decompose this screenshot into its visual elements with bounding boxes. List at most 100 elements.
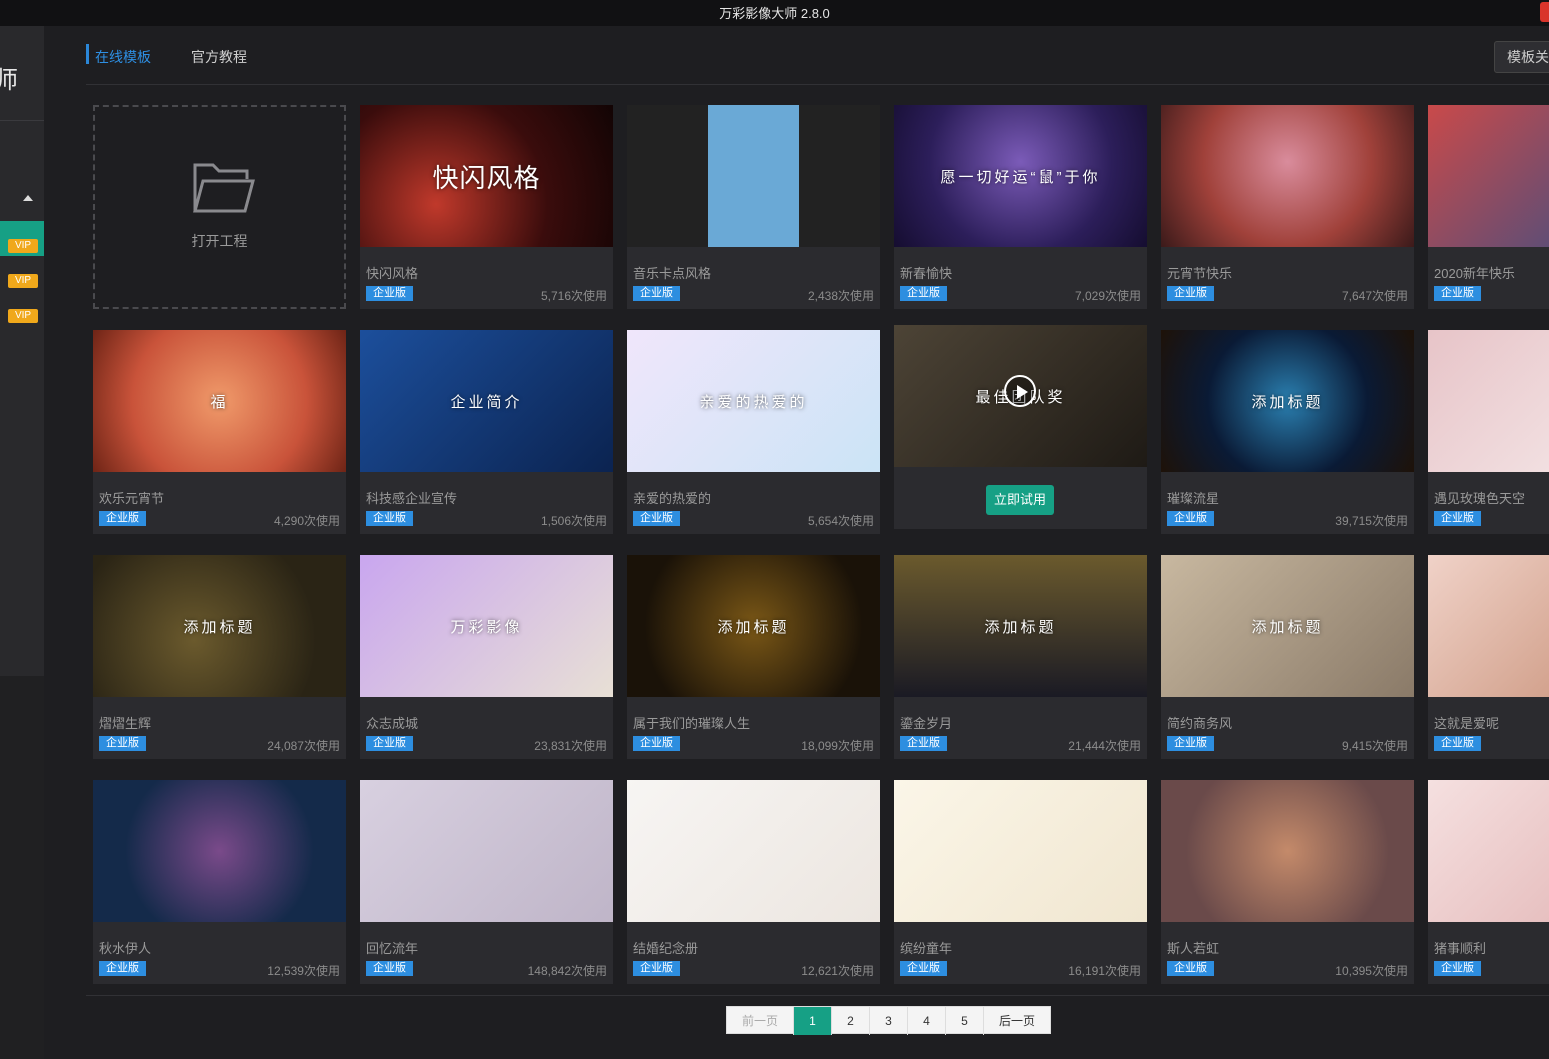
usage-count: 18,099次使用 bbox=[801, 739, 874, 753]
template-title: 欢乐元宵节 bbox=[99, 491, 165, 506]
tab-official-tutorials[interactable]: 官方教程 bbox=[191, 47, 247, 67]
template-thumbnail[interactable] bbox=[894, 780, 1147, 922]
usage-count: 12,539次使用 bbox=[267, 964, 340, 978]
template-thumbnail[interactable]: 新年 bbox=[1428, 105, 1549, 247]
page-button-1[interactable]: 1 bbox=[794, 1007, 832, 1035]
vip-badge: VIP bbox=[8, 274, 38, 288]
usage-count: 5,716次使用 bbox=[540, 289, 607, 303]
template-thumbnail[interactable]: 万彩影像 bbox=[360, 555, 613, 697]
template-thumbnail[interactable] bbox=[93, 780, 346, 922]
open-project-card[interactable]: 打开工程 bbox=[93, 105, 346, 309]
template-card[interactable]: 新年 2020新年快乐企业版 bbox=[1428, 105, 1549, 309]
window-titlebar: 万彩影像大师 2.8.0 bbox=[0, 0, 1549, 26]
usage-count: 5,654次使用 bbox=[807, 514, 874, 528]
template-thumbnail[interactable]: 福 bbox=[93, 330, 346, 472]
template-card[interactable]: 添加标题 熠熠生辉 企业版 24,087次使用 bbox=[93, 555, 346, 759]
tab-online-templates[interactable]: 在线模板 bbox=[95, 47, 151, 67]
template-title: 亲爱的热爱的 bbox=[633, 491, 712, 506]
usage-count: 24,087次使用 bbox=[267, 739, 340, 753]
template-thumbnail[interactable]: 添加标题 bbox=[894, 555, 1147, 697]
template-card[interactable]: 快闪风格 快闪风格 企业版 5,716次使用 bbox=[360, 105, 613, 309]
template-card[interactable]: 猪事顺利 企业版 bbox=[1428, 780, 1549, 984]
thumbnail-caption: 添加标题 bbox=[1251, 618, 1324, 636]
template-thumbnail[interactable]: 快闪风格 bbox=[360, 105, 613, 247]
template-card[interactable]: 万彩影像 众志成城 企业版 23,831次使用 bbox=[360, 555, 613, 759]
template-related-button[interactable]: 模板关联 bbox=[1494, 41, 1549, 73]
template-title: 斯人若虹 bbox=[1167, 941, 1220, 956]
template-card[interactable]: 愿一切好运“鼠”于你 新春愉快 企业版 7,029次使用 bbox=[894, 105, 1147, 309]
thumbnail-caption: 万彩影像 bbox=[450, 618, 523, 636]
vip-badge: VIP bbox=[8, 309, 38, 323]
template-thumbnail[interactable]: 亲爱的热爱的 bbox=[627, 330, 880, 472]
enterprise-badge: 企业版 bbox=[99, 736, 146, 751]
template-card[interactable]: 缤纷童年 企业版 16,191次使用 bbox=[894, 780, 1147, 984]
template-thumbnail[interactable] bbox=[1428, 555, 1549, 697]
template-thumbnail[interactable]: 愿一切好运“鼠”于你 bbox=[894, 105, 1147, 247]
enterprise-badge: 企业版 bbox=[1434, 736, 1481, 751]
template-card[interactable]: 添加标题属于我们的璀璨人生 企业版 18,099次使用 bbox=[627, 555, 880, 759]
page-button-2[interactable]: 2 bbox=[832, 1007, 870, 1035]
window-title: 万彩影像大师 2.8.0 bbox=[719, 6, 830, 21]
template-card[interactable]: 斯人若虹 企业版 10,395次使用 bbox=[1161, 780, 1414, 984]
page-button-5[interactable]: 5 bbox=[946, 1007, 984, 1035]
thumbnail-caption: 亲爱的热爱的 bbox=[699, 393, 808, 411]
usage-count: 2,438次使用 bbox=[807, 289, 874, 303]
enterprise-badge: 企业版 bbox=[366, 511, 413, 526]
template-title: 鎏金岁月 bbox=[900, 716, 953, 731]
template-thumbnail[interactable] bbox=[1428, 780, 1549, 922]
vip-badge: VIP bbox=[8, 239, 38, 253]
play-icon[interactable] bbox=[1004, 375, 1036, 407]
close-icon[interactable] bbox=[1540, 2, 1549, 22]
thumbnail-caption: 快闪风格 bbox=[432, 162, 541, 193]
template-thumbnail[interactable] bbox=[1161, 780, 1414, 922]
template-thumbnail[interactable]: 添加标题 bbox=[1161, 330, 1414, 472]
template-thumbnail[interactable] bbox=[1428, 330, 1549, 472]
template-card[interactable]: 回忆流年 企业版 148,842次使用 bbox=[360, 780, 613, 984]
enterprise-badge: 企业版 bbox=[633, 286, 680, 301]
template-title: 璀璨流星 bbox=[1167, 491, 1220, 506]
page-button-4[interactable]: 4 bbox=[908, 1007, 946, 1035]
template-thumbnail[interactable] bbox=[1161, 105, 1414, 247]
thumbnail-caption: 添加标题 bbox=[1251, 393, 1324, 411]
template-thumbnail[interactable]: 企业简介 bbox=[360, 330, 613, 472]
template-card[interactable]: 秋水伊人 企业版 12,539次使用 bbox=[93, 780, 346, 984]
usage-count: 23,831次使用 bbox=[534, 739, 607, 753]
usage-count: 4,290次使用 bbox=[273, 514, 340, 528]
template-card[interactable]: 元宵节快乐 企业版 7,647次使用 bbox=[1161, 105, 1414, 309]
header-divider bbox=[86, 84, 1549, 85]
template-thumbnail[interactable] bbox=[627, 105, 880, 247]
template-card[interactable]: 结婚纪念册 企业版 12,621次使用 bbox=[627, 780, 880, 984]
next-page-button[interactable]: 后一页 bbox=[984, 1007, 1050, 1035]
template-card[interactable]: 亲爱的热爱的 亲爱的热爱的 企业版 5,654次使用 bbox=[627, 330, 880, 534]
template-thumbnail[interactable]: 添加标题 bbox=[1161, 555, 1414, 697]
sidebar-footer bbox=[0, 676, 44, 1059]
prev-page-button[interactable]: 前一页 bbox=[727, 1007, 794, 1035]
footer-divider bbox=[86, 995, 1549, 996]
template-thumbnail[interactable] bbox=[627, 780, 880, 922]
template-thumbnail[interactable] bbox=[360, 780, 613, 922]
usage-count: 1,506次使用 bbox=[540, 514, 607, 528]
template-card[interactable]: 最佳团队奖 立即试用 bbox=[894, 325, 1147, 529]
page-button-3[interactable]: 3 bbox=[870, 1007, 908, 1035]
enterprise-badge: 企业版 bbox=[99, 511, 146, 526]
template-card[interactable]: 遇见玫瑰色天空 企业版 bbox=[1428, 330, 1549, 534]
template-card[interactable]: 企业简介 科技感企业宣传 企业版 1,506次使用 bbox=[360, 330, 613, 534]
enterprise-badge: 企业版 bbox=[99, 961, 146, 976]
template-thumbnail[interactable]: 最佳团队奖 bbox=[894, 325, 1147, 467]
template-card[interactable]: 福欢乐元宵节企业版 4,290次使用 bbox=[93, 330, 346, 534]
collapse-up-icon[interactable] bbox=[23, 195, 33, 201]
template-title: 属于我们的璀璨人生 bbox=[633, 716, 751, 731]
try-now-button[interactable]: 立即试用 bbox=[986, 485, 1054, 515]
enterprise-badge: 企业版 bbox=[633, 736, 680, 751]
template-card[interactable]: 添加标题 简约商务风 企业版 9,415次使用 bbox=[1161, 555, 1414, 759]
template-card[interactable]: 这就是爱呢 企业版 bbox=[1428, 555, 1549, 759]
template-thumbnail[interactable]: 添加标题 bbox=[93, 555, 346, 697]
template-card[interactable]: 添加标题 璀璨流星 企业版 39,715次使用 bbox=[1161, 330, 1414, 534]
template-card[interactable]: 添加标题 鎏金岁月 企业版 21,444次使用 bbox=[894, 555, 1147, 759]
template-thumbnail[interactable]: 添加标题 bbox=[627, 555, 880, 697]
enterprise-badge: 企业版 bbox=[366, 961, 413, 976]
usage-count: 7,029次使用 bbox=[1074, 289, 1141, 303]
template-card[interactable]: 音乐卡点风格 企业版 2,438次使用 bbox=[627, 105, 880, 309]
thumbnail-caption: 添加标题 bbox=[984, 618, 1057, 636]
template-title: 简约商务风 bbox=[1167, 716, 1233, 731]
